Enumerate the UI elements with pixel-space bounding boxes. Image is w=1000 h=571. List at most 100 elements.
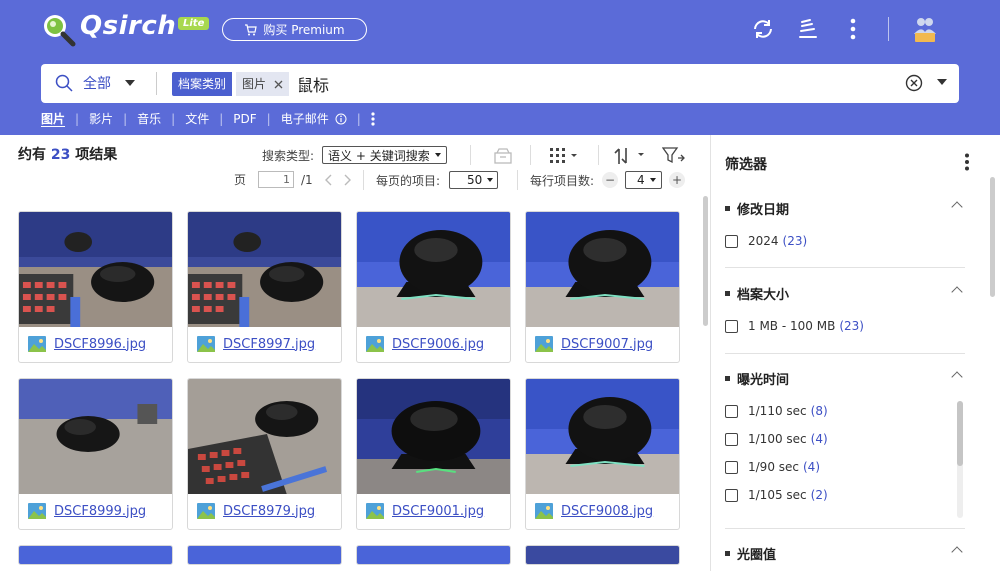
thumbnail-image[interactable] [357, 379, 510, 494]
tab-images[interactable]: 图片 [41, 110, 65, 127]
search-options-chevron-icon[interactable] [937, 79, 947, 85]
info-icon[interactable] [335, 113, 347, 125]
result-card[interactable] [525, 545, 680, 565]
result-card[interactable] [356, 545, 511, 565]
refresh-icon[interactable] [748, 14, 778, 44]
checkbox[interactable] [725, 319, 738, 333]
result-card[interactable] [187, 545, 342, 565]
filter-chip-category[interactable]: 档案类别 [172, 72, 233, 96]
filter-panel-scrollbar[interactable] [990, 177, 995, 297]
section-header[interactable]: 档案大小 [725, 284, 965, 303]
filter-option[interactable]: 1/110 sec (8) [725, 404, 828, 418]
filter-option[interactable]: 1/100 sec (4) [725, 432, 828, 446]
tab-videos[interactable]: 影片 [89, 110, 113, 127]
result-card[interactable]: DSCF9001.jpg [356, 378, 511, 530]
remove-chip-icon[interactable] [274, 80, 283, 89]
filter-chip-value[interactable]: 图片 [236, 72, 290, 96]
buy-premium-button[interactable]: 购买 Premium [222, 18, 367, 41]
result-card[interactable]: DSCF8999.jpg [18, 378, 173, 530]
image-file-icon [28, 503, 46, 519]
thumbnail-image[interactable] [188, 379, 341, 494]
checkbox[interactable] [725, 234, 738, 248]
file-name-link[interactable]: DSCF8979.jpg [197, 503, 315, 519]
items-per-page-select[interactable]: 50 [449, 171, 499, 189]
filter-section-exposure-time: 曝光时间 [725, 369, 965, 388]
increase-per-row-button[interactable]: + [669, 172, 686, 188]
filter-option[interactable]: 1/105 sec (2) [725, 488, 828, 502]
image-file-icon [197, 336, 215, 352]
section-header[interactable]: 光圈值 [725, 544, 965, 563]
result-card[interactable]: DSCF8997.jpg [187, 211, 342, 363]
items-per-page-control: 每页的项目: 50 [376, 171, 499, 189]
next-page-icon[interactable] [343, 174, 351, 186]
more-options-icon[interactable] [838, 14, 868, 44]
tab-documents[interactable]: 文件 [185, 110, 209, 127]
file-name-link[interactable]: DSCF9006.jpg [366, 336, 484, 352]
bullet-icon [725, 551, 730, 556]
file-name-link[interactable]: DSCF8999.jpg [28, 503, 146, 519]
filter-section-file-size: 档案大小 [725, 284, 965, 303]
file-name-link[interactable]: DSCF9001.jpg [366, 503, 484, 519]
result-card[interactable]: DSCF8996.jpg [18, 211, 173, 363]
thumbnail-image[interactable] [19, 379, 172, 494]
sort-icon[interactable] [614, 146, 648, 166]
option-count: (2) [810, 488, 828, 502]
page-number-input[interactable]: 1 [258, 171, 295, 188]
prev-page-icon[interactable] [324, 174, 333, 186]
thumbnail-image[interactable] [357, 212, 510, 327]
checkbox[interactable] [725, 460, 738, 474]
file-name-link[interactable]: DSCF9008.jpg [535, 503, 653, 519]
items-per-page-value: 50 [467, 173, 483, 187]
more-tabs-icon[interactable] [371, 111, 375, 126]
items-per-row-select[interactable]: 4 [625, 171, 663, 189]
checkbox[interactable] [725, 488, 738, 502]
file-name: DSCF9006.jpg [392, 336, 485, 352]
tab-separator: | [266, 111, 271, 126]
checkbox[interactable] [725, 404, 738, 418]
section-title: 曝光时间 [737, 373, 790, 388]
thumbnail-image[interactable] [19, 212, 172, 327]
filter-option[interactable]: 1 MB - 100 MB (23) [725, 319, 864, 333]
items-per-row-value: 4 [637, 173, 645, 187]
tab-email[interactable]: 电子邮件 [281, 110, 329, 127]
search-type-select[interactable]: 语义 + 关键词搜索 [322, 146, 447, 164]
search-input[interactable]: 鼠标 [297, 72, 329, 96]
section-header[interactable]: 修改日期 [725, 199, 965, 218]
thumbnail-image[interactable] [526, 212, 679, 327]
tab-music[interactable]: 音乐 [137, 110, 161, 127]
section-header[interactable]: 曝光时间 [725, 369, 965, 388]
thumbnail-image[interactable] [526, 379, 679, 494]
file-name-link[interactable]: DSCF8996.jpg [28, 336, 146, 352]
option-count: (4) [810, 432, 828, 446]
thumbnail-image[interactable] [188, 212, 341, 327]
image-file-icon [197, 503, 215, 519]
file-name-link[interactable]: DSCF9007.jpg [535, 336, 653, 352]
user-avatar-icon[interactable] [910, 14, 940, 44]
result-card[interactable]: DSCF9007.jpg [525, 211, 680, 363]
scrollbar-thumb[interactable] [957, 401, 963, 466]
lite-badge: Lite [178, 17, 210, 30]
filter-icon[interactable] [662, 147, 686, 165]
file-name-link[interactable]: DSCF8997.jpg [197, 336, 315, 352]
result-card[interactable]: DSCF9008.jpg [525, 378, 680, 530]
decrease-per-row-button[interactable]: − [602, 172, 619, 188]
result-card[interactable]: DSCF9006.jpg [356, 211, 511, 363]
tab-separator: | [219, 111, 224, 126]
archive-icon[interactable] [493, 147, 513, 165]
exposure-list-scrollbar[interactable] [957, 401, 963, 518]
filter-more-icon[interactable] [964, 153, 970, 171]
clear-search-icon[interactable] [905, 74, 923, 92]
grid-view-icon[interactable] [550, 148, 578, 164]
results-scrollbar[interactable] [703, 196, 708, 326]
tab-separator: | [356, 111, 361, 126]
tab-pdf[interactable]: PDF [233, 112, 256, 126]
checkbox[interactable] [725, 432, 738, 446]
filter-option[interactable]: 2024 (23) [725, 234, 807, 248]
search-scope-dropdown[interactable]: 全部 [55, 73, 135, 93]
background-task-icon[interactable] [793, 14, 823, 44]
filter-option[interactable]: 1/90 sec (4) [725, 460, 820, 474]
image-file-icon [535, 336, 553, 352]
option-label: 1/105 sec [748, 488, 807, 502]
result-card[interactable] [18, 545, 173, 565]
result-card[interactable]: DSCF8979.jpg [187, 378, 342, 530]
